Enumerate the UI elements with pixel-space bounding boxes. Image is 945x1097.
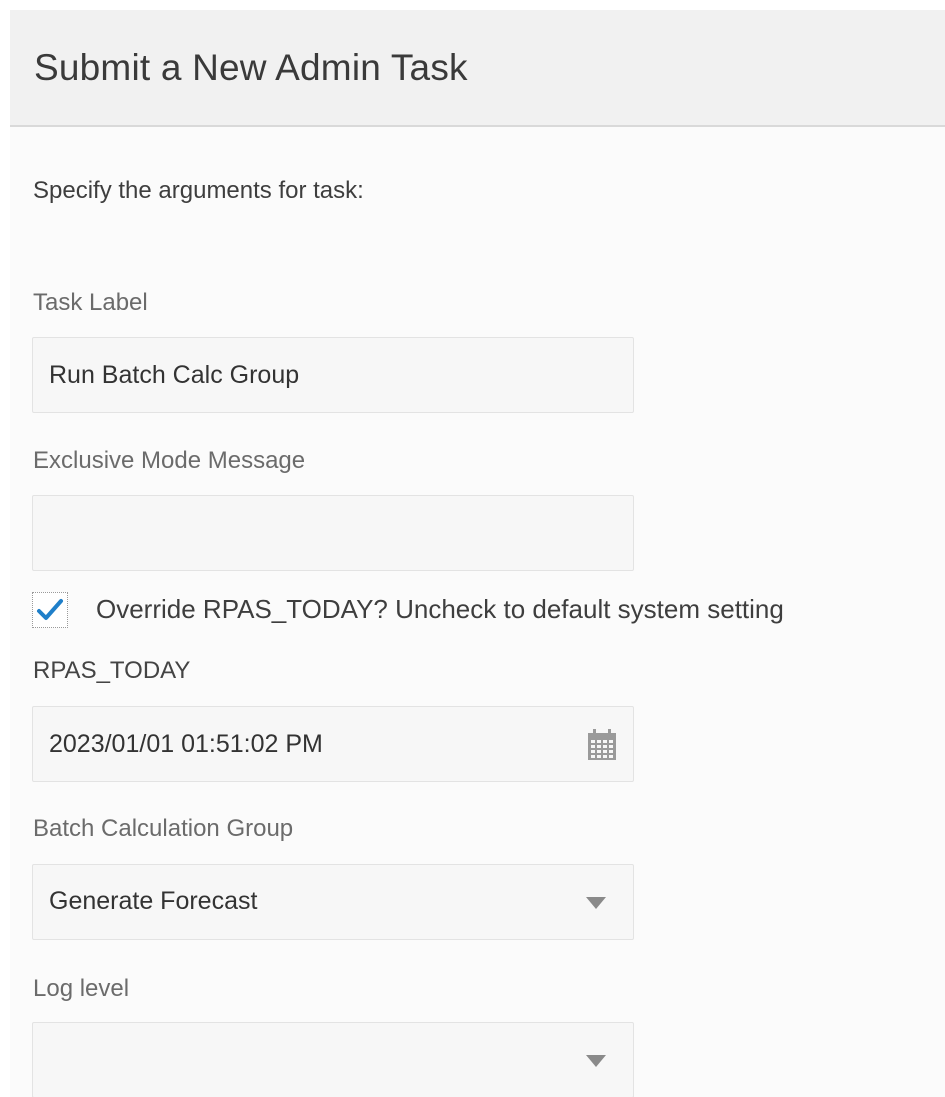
intro-text: Specify the arguments for task: (33, 177, 364, 204)
dialog-title: Submit a New Admin Task (34, 47, 468, 88)
chevron-down-icon[interactable] (586, 1055, 606, 1067)
admin-task-dialog: Submit a New Admin Task Specify the argu… (10, 10, 945, 1097)
exclusive-mode-message-input[interactable] (49, 496, 569, 570)
rpas-today-date-field[interactable] (32, 706, 634, 782)
dialog-header: Submit a New Admin Task (10, 10, 945, 127)
batch-calculation-group-select[interactable]: Generate Forecast (32, 864, 634, 940)
exclusive-mode-message-label: Exclusive Mode Message (33, 447, 306, 474)
chevron-down-icon[interactable] (586, 897, 606, 909)
checkmark-icon (37, 599, 63, 620)
override-rpas-today-label: Override RPAS_TODAY? Uncheck to default … (96, 594, 784, 624)
log-level-label: Log level (33, 975, 130, 1002)
batch-calculation-group-label: Batch Calculation Group (33, 815, 294, 842)
log-level-select[interactable] (32, 1022, 634, 1097)
exclusive-mode-message-field[interactable] (32, 495, 634, 571)
task-label-field[interactable] (32, 337, 634, 413)
rpas-today-input[interactable] (49, 707, 569, 781)
rpas-today-label: RPAS_TODAY (33, 657, 191, 684)
override-rpas-today-checkbox[interactable] (32, 592, 68, 628)
task-label-label: Task Label (33, 289, 148, 316)
task-label-input[interactable] (49, 338, 569, 412)
calendar-icon[interactable] (587, 729, 617, 761)
batch-calculation-group-value: Generate Forecast (49, 887, 258, 915)
override-rpas-today-row: Override RPAS_TODAY? Uncheck to default … (10, 592, 945, 632)
